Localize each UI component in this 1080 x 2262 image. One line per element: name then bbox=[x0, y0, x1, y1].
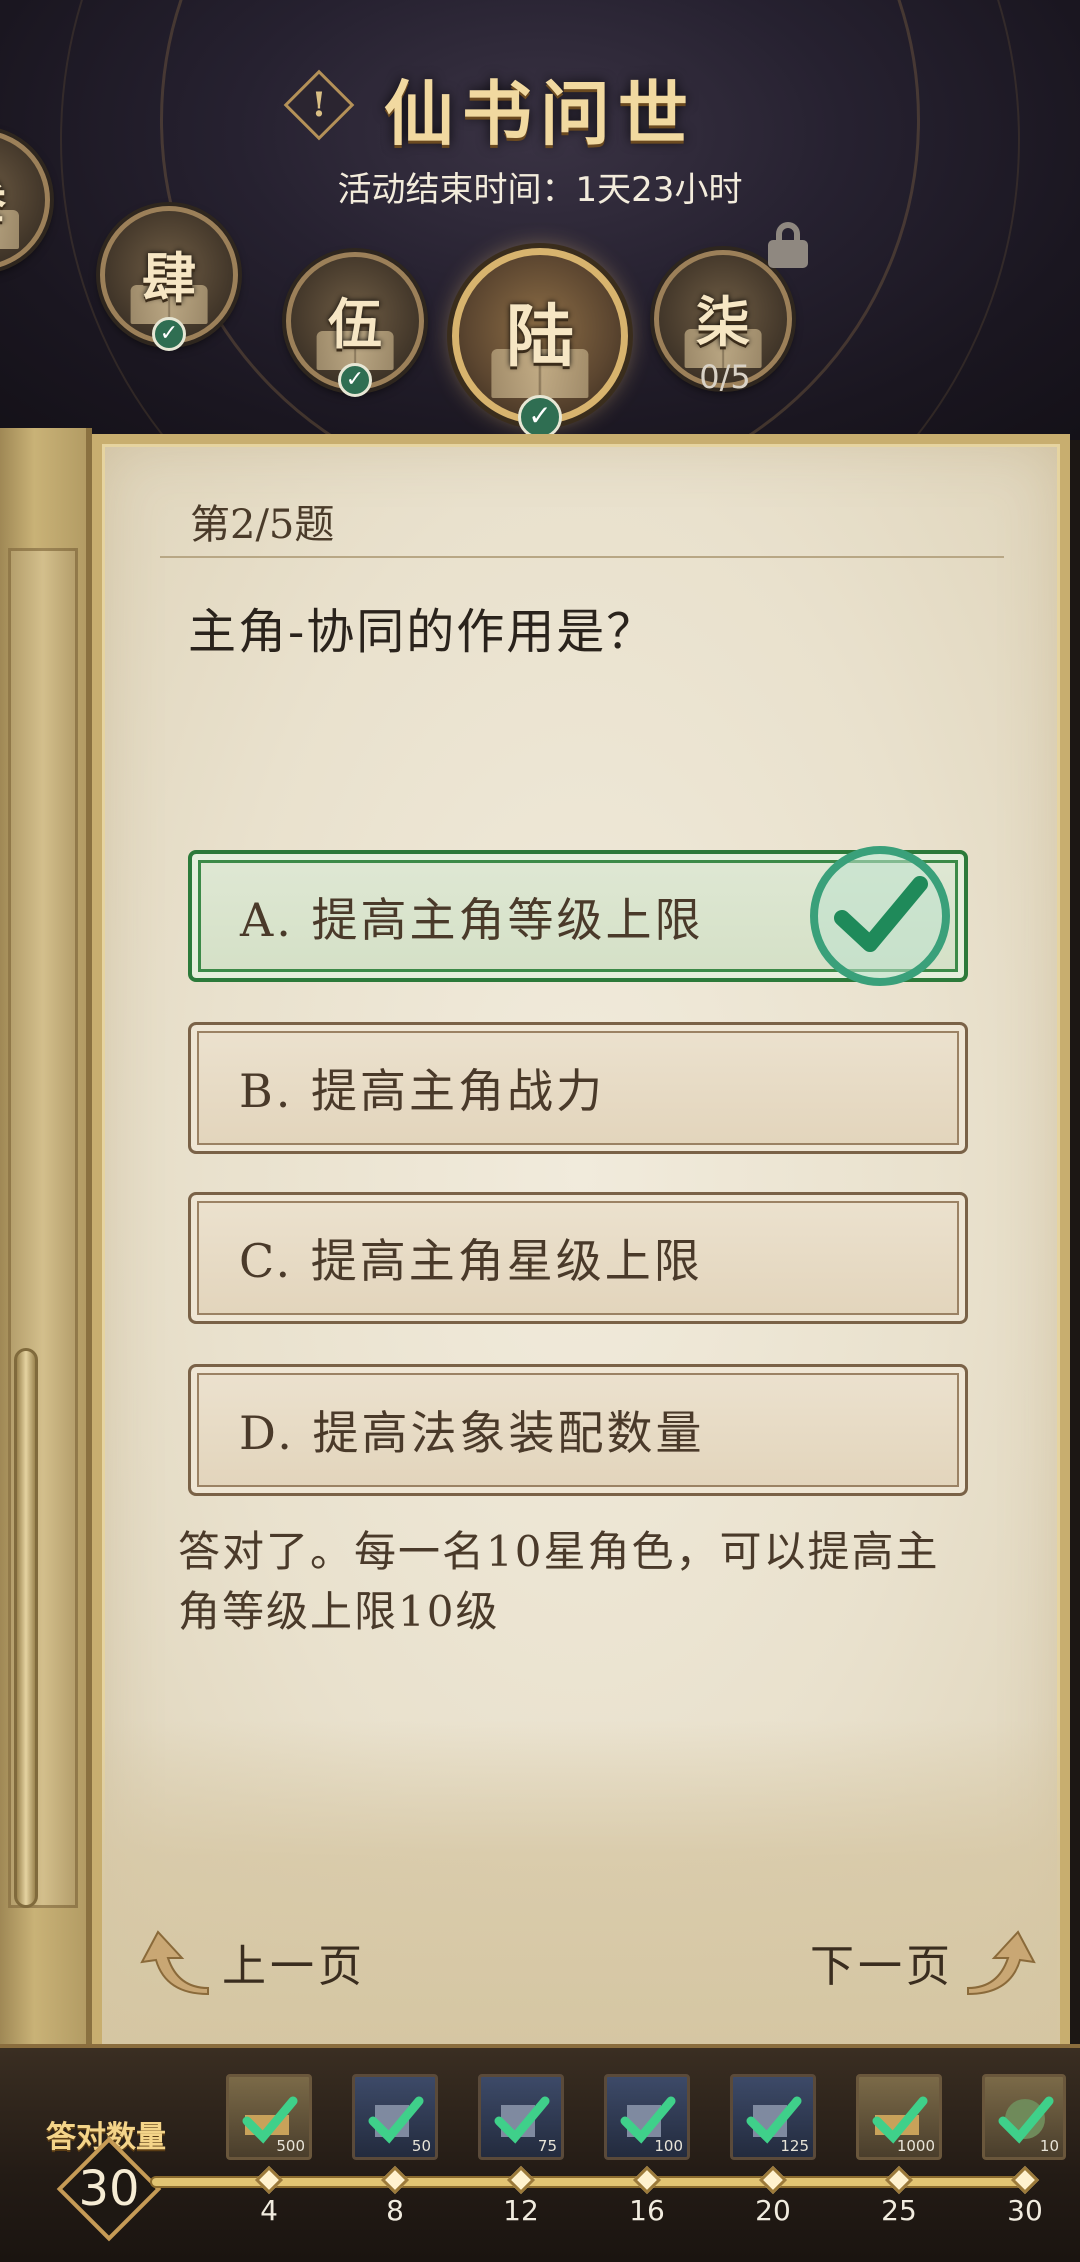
option-b-button[interactable]: B. 提高主角战力 bbox=[188, 1022, 968, 1154]
reward-item-125[interactable]: 125 bbox=[730, 2074, 816, 2160]
side-scroll-panel bbox=[0, 428, 92, 2048]
divider bbox=[160, 556, 1004, 558]
reward-amount: 125 bbox=[780, 2137, 809, 2155]
milestone-label: 20 bbox=[755, 2194, 791, 2227]
milestone-label: 4 bbox=[260, 2194, 278, 2227]
completed-check-icon: ✓ bbox=[152, 317, 186, 351]
milestone-label: 16 bbox=[629, 2194, 665, 2227]
milestone-label: 12 bbox=[503, 2194, 539, 2227]
reward-amount: 1000 bbox=[896, 2137, 935, 2155]
prev-page-button[interactable]: 上一页 bbox=[222, 1930, 366, 1994]
option-a-label: A. 提高主角等级上限 bbox=[240, 893, 704, 947]
reward-amount: 75 bbox=[537, 2137, 557, 2155]
reward-chest-1000[interactable]: 1000 bbox=[856, 2074, 942, 2160]
option-b-label: B. 提高主角战力 bbox=[239, 1064, 606, 1118]
option-c-button[interactable]: C. 提高主角星级上限 bbox=[188, 1192, 968, 1324]
reward-jade-10[interactable]: 10 bbox=[982, 2074, 1066, 2160]
event-end-time: 活动结束时间：1天23小时 bbox=[337, 170, 743, 210]
correct-check-icon bbox=[810, 846, 950, 986]
reward-amount: 10 bbox=[1039, 2137, 1059, 2155]
milestone-label: 30 bbox=[1007, 2194, 1043, 2227]
chapter-6-label: 陆 bbox=[505, 296, 574, 377]
next-page-button[interactable]: 下一页 bbox=[810, 1930, 954, 1994]
reward-amount: 50 bbox=[411, 2137, 431, 2155]
completed-check-icon: ✓ bbox=[338, 363, 372, 397]
option-c-label: C. 提高主角星级上限 bbox=[239, 1234, 703, 1288]
milestone-label: 8 bbox=[386, 2194, 404, 2227]
answer-explanation: 答对了。每一名10星角色，可以提高主角等级上限10级 bbox=[178, 1527, 940, 1636]
question-number: 第2/5题 bbox=[190, 502, 335, 548]
lock-icon bbox=[768, 222, 808, 268]
chapter-5-medallion[interactable]: 伍 ✓ bbox=[286, 252, 424, 397]
chapter-4-medallion[interactable]: 肆 ✓ bbox=[100, 206, 238, 351]
option-d-label: D. 提高法象装配数量 bbox=[239, 1406, 705, 1460]
correct-count-value: 30 bbox=[78, 2161, 140, 2217]
reward-item-100[interactable]: 100 bbox=[604, 2074, 690, 2160]
chapter-6-medallion[interactable]: 陆 ✓ bbox=[452, 248, 628, 439]
milestone-label: 25 bbox=[881, 2194, 917, 2227]
screen: { "header": { "title": "仙书问世", "subtitle… bbox=[0, 0, 1080, 2262]
chapter-7-progress: 0/5 bbox=[699, 358, 751, 396]
chapter-4-label: 肆 bbox=[142, 246, 196, 311]
chapter-7-label: 柒 bbox=[696, 290, 750, 355]
option-d-button[interactable]: D. 提高法象装配数量 bbox=[188, 1364, 968, 1496]
reward-item-75[interactable]: 75 bbox=[478, 2074, 564, 2160]
completed-check-icon: ✓ bbox=[518, 395, 562, 439]
question-text: 主角-协同的作用是？ bbox=[188, 604, 657, 660]
reward-chest-500[interactable]: 500 bbox=[226, 2074, 312, 2160]
next-arrow-icon[interactable] bbox=[958, 1928, 1038, 1998]
paper-cloud-decor bbox=[102, 1720, 1060, 2060]
reward-amount: 500 bbox=[276, 2137, 305, 2155]
chapter-5-label: 伍 bbox=[328, 292, 382, 357]
page-title: 仙书问世 bbox=[384, 72, 696, 155]
reward-item-50[interactable]: 50 bbox=[352, 2074, 438, 2160]
prev-arrow-icon[interactable] bbox=[138, 1928, 218, 1998]
reward-amount: 100 bbox=[654, 2137, 683, 2155]
chapter-3-label: 叁 bbox=[0, 158, 45, 233]
scroll-rod bbox=[14, 1348, 38, 1908]
